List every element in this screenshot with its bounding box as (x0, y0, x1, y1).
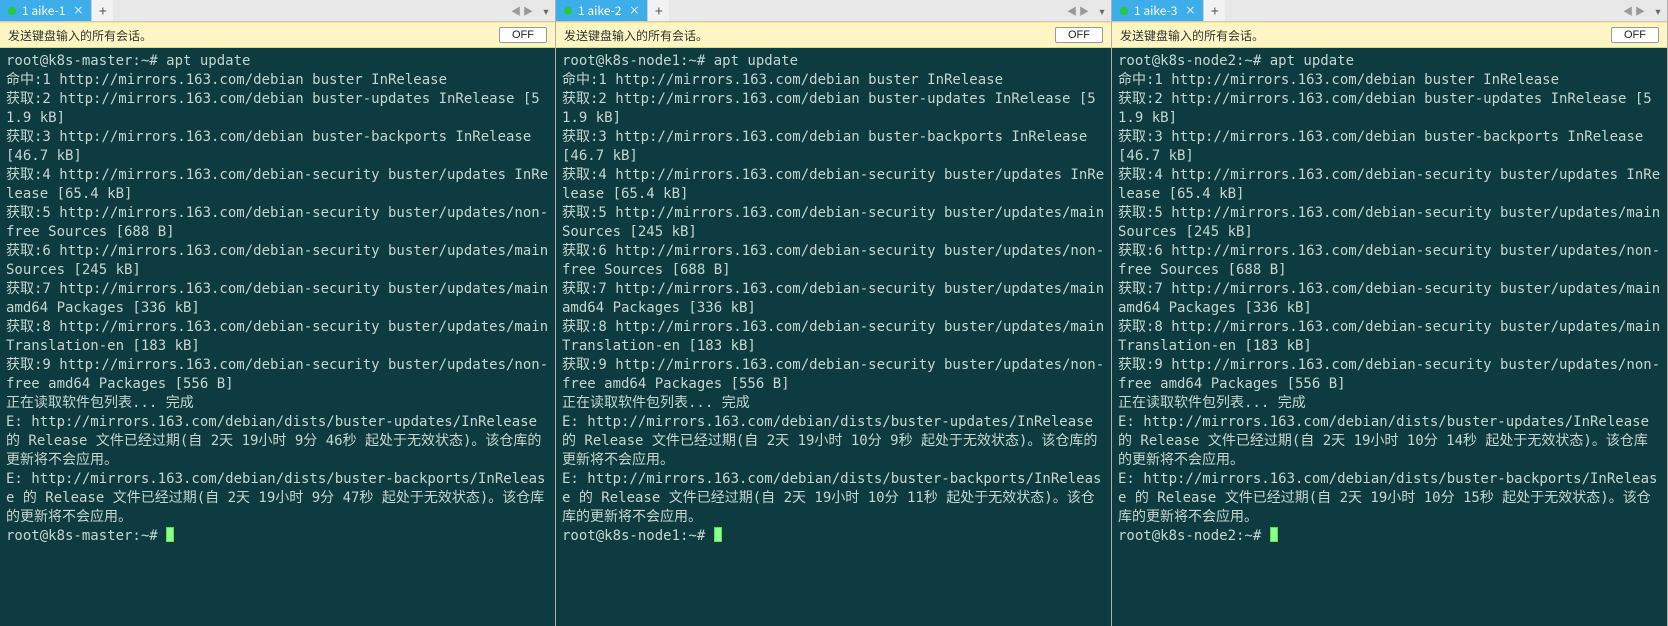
chevron-down-icon: ▾ (1099, 3, 1104, 18)
plus-icon: + (655, 1, 663, 21)
terminal-body: 命中:1 http://mirrors.163.com/debian buste… (562, 72, 1111, 525)
tab-nav-arrows: ◀ ▶ (1063, 0, 1093, 21)
chevron-left-icon[interactable]: ◀ (1067, 3, 1077, 18)
terminal-output[interactable]: root@k8s-node2:~# apt update 命中:1 http:/… (1112, 48, 1667, 626)
tab-aike-2[interactable]: 1 aike-2 × (556, 0, 647, 21)
tab-dropdown[interactable]: ▾ (1093, 0, 1111, 21)
terminal-prompt: root@k8s-node1:~# (562, 528, 714, 544)
tab-label: 1 aike-1 (22, 2, 65, 19)
tabbar: 1 aike-1 × + ◀ ▶ ▾ (0, 0, 555, 22)
tabbar: 1 aike-3 × + ◀ ▶ ▾ (1112, 0, 1667, 22)
terminal-prompt: root@k8s-master:~# (6, 528, 166, 544)
tab-label: 1 aike-2 (578, 2, 621, 19)
tabbar-spacer (113, 0, 507, 21)
terminal-prompt: root@k8s-node2:~# (1118, 528, 1270, 544)
chevron-down-icon: ▾ (543, 3, 548, 18)
broadcast-bar: 发送键盘输入的所有会话。 OFF (556, 22, 1111, 48)
terminal-pane-3: 1 aike-3 × + ◀ ▶ ▾ 发送键盘输入的所有会话。 OFF root… (1112, 0, 1668, 626)
chevron-left-icon[interactable]: ◀ (1623, 3, 1633, 18)
chevron-right-icon[interactable]: ▶ (1079, 3, 1089, 18)
close-icon[interactable]: × (1183, 4, 1197, 18)
tabbar: 1 aike-2 × + ◀ ▶ ▾ (556, 0, 1111, 22)
terminal-body: 命中:1 http://mirrors.163.com/debian buste… (6, 72, 555, 525)
new-tab-button[interactable]: + (1203, 0, 1225, 21)
new-tab-button[interactable]: + (647, 0, 669, 21)
terminal-line: root@k8s-node2:~# apt update (1118, 53, 1354, 69)
terminal-line: root@k8s-node1:~# apt update (562, 53, 798, 69)
chevron-left-icon[interactable]: ◀ (511, 3, 521, 18)
chevron-down-icon: ▾ (1655, 3, 1660, 18)
close-icon[interactable]: × (627, 4, 641, 18)
terminal-body: 命中:1 http://mirrors.163.com/debian buste… (1118, 72, 1667, 525)
broadcast-message: 发送键盘输入的所有会话。 (564, 27, 1047, 44)
broadcast-message: 发送键盘输入的所有会话。 (1120, 27, 1603, 44)
tab-label: 1 aike-3 (1134, 2, 1177, 19)
chevron-right-icon[interactable]: ▶ (523, 3, 533, 18)
tabbar-spacer (669, 0, 1063, 21)
terminal-pane-1: 1 aike-1 × + ◀ ▶ ▾ 发送键盘输入的所有会话。 OFF root… (0, 0, 556, 626)
terminal-output[interactable]: root@k8s-node1:~# apt update 命中:1 http:/… (556, 48, 1111, 626)
tab-dropdown[interactable]: ▾ (1649, 0, 1667, 21)
chevron-right-icon[interactable]: ▶ (1635, 3, 1645, 18)
tab-dropdown[interactable]: ▾ (537, 0, 555, 21)
broadcast-message: 发送键盘输入的所有会话。 (8, 27, 491, 44)
broadcast-off-button[interactable]: OFF (1055, 27, 1103, 43)
cursor-icon (1270, 527, 1278, 542)
tab-nav-arrows: ◀ ▶ (1619, 0, 1649, 21)
cursor-icon (166, 527, 174, 542)
cursor-icon (714, 527, 722, 542)
broadcast-bar: 发送键盘输入的所有会话。 OFF (1112, 22, 1667, 48)
broadcast-off-button[interactable]: OFF (1611, 27, 1659, 43)
status-dot-icon (1120, 7, 1128, 15)
plus-icon: + (99, 1, 107, 21)
tabbar-spacer (1225, 0, 1619, 21)
terminal-pane-2: 1 aike-2 × + ◀ ▶ ▾ 发送键盘输入的所有会话。 OFF root… (556, 0, 1112, 626)
tab-nav-arrows: ◀ ▶ (507, 0, 537, 21)
tab-aike-3[interactable]: 1 aike-3 × (1112, 0, 1203, 21)
tab-aike-1[interactable]: 1 aike-1 × (0, 0, 91, 21)
new-tab-button[interactable]: + (91, 0, 113, 21)
status-dot-icon (564, 7, 572, 15)
broadcast-bar: 发送键盘输入的所有会话。 OFF (0, 22, 555, 48)
close-icon[interactable]: × (71, 4, 85, 18)
terminal-line: root@k8s-master:~# apt update (6, 53, 250, 69)
plus-icon: + (1211, 1, 1219, 21)
status-dot-icon (8, 7, 16, 15)
terminal-output[interactable]: root@k8s-master:~# apt update 命中:1 http:… (0, 48, 555, 626)
broadcast-off-button[interactable]: OFF (499, 27, 547, 43)
